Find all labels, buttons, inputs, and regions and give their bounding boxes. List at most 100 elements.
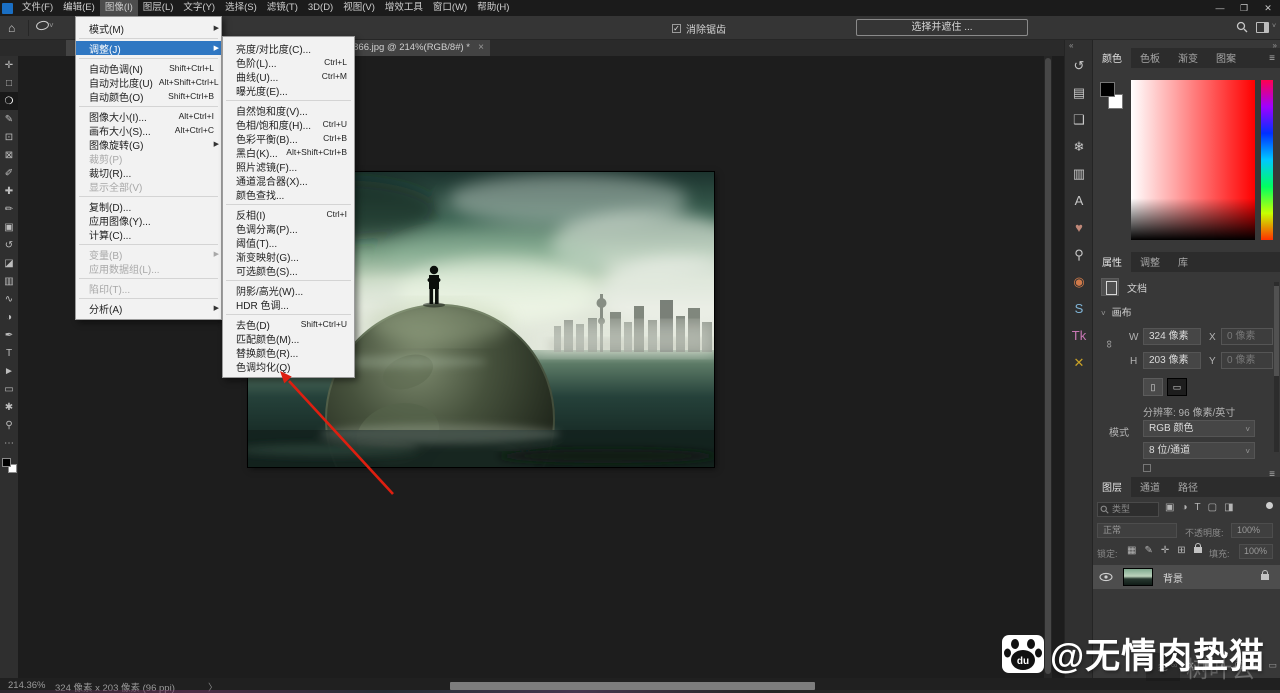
home-icon[interactable]: ⌂ [8,21,15,35]
vertical-scrollbar-thumb[interactable] [1045,58,1051,674]
adjust-submenu-item[interactable]: 阴影/高光(W)... [223,283,354,297]
expand-panels-icon[interactable]: « [1069,41,1073,50]
marquee-tool[interactable]: □ [0,74,18,92]
pen-tool[interactable]: ✒ [0,326,18,344]
image-menu-item[interactable]: 复制(D)... [76,199,221,213]
adjust-submenu-item[interactable]: 通道混合器(X)... [223,173,354,187]
restore-icon[interactable]: ❐ [1232,0,1256,16]
lock-pixels-icon[interactable]: ✎ [1144,545,1152,556]
image-menu-item[interactable]: 图像旋转(G)▶ [76,137,221,151]
s-plugin-icon[interactable]: S [1065,295,1093,322]
image-menu-item[interactable]: 自动色调(N)Shift+Ctrl+L [76,61,221,75]
menubar-item[interactable]: 帮助(H) [472,0,514,16]
adjust-submenu-item[interactable]: 阈值(T)... [223,235,354,249]
image-menu-item[interactable]: 图像大小(I)...Alt+Ctrl+I [76,109,221,123]
properties-scrollbar[interactable] [1274,282,1279,452]
panel-menu-icon[interactable]: ≡ [1269,53,1275,64]
eraser-tool[interactable]: ◪ [0,254,18,272]
layer-filter-search[interactable]: 类型 [1097,502,1159,517]
layers-panel-tab[interactable]: 通道 [1131,476,1169,497]
color-mode-select[interactable]: RGB 颜色 ˅ [1143,420,1255,437]
canvas-section-header[interactable]: ˅画布 [1101,304,1132,319]
image-menu-item[interactable]: 模式(M)▶ [76,21,221,35]
type-tool[interactable]: T [0,344,18,362]
properties-panel-tab[interactable]: 调整 [1131,251,1169,272]
image-menu-item[interactable]: 自动对比度(U)Alt+Shift+Ctrl+L [76,75,221,89]
filter-adjustment-layers-icon[interactable]: ◑ [1181,502,1187,513]
image-menu-item[interactable]: 分析(A)▶ [76,301,221,315]
hue-slider[interactable] [1261,80,1273,240]
menubar-item[interactable]: 文件(F) [17,0,58,16]
hand-tool[interactable]: ✱ [0,398,18,416]
frame-tool[interactable]: ⊠ [0,146,18,164]
width-field[interactable]: 324 像素 [1143,328,1201,345]
image-menu-item[interactable]: 调整(J)▶ [76,41,221,55]
adjust-submenu-item[interactable]: 色调均化(Q) [223,359,354,373]
healing-brush-tool[interactable]: ✚ [0,182,18,200]
menubar-item[interactable]: 图像(I) [100,0,138,16]
tk-plugin-icon[interactable]: Tk [1065,322,1093,349]
shape-tool[interactable]: ▭ [0,380,18,398]
adjust-submenu-item[interactable]: 反相(I)Ctrl+I [223,207,354,221]
dodge-tool[interactable]: ◑ [0,308,18,326]
tab-close-icon[interactable]: × [478,40,484,56]
layer-name[interactable]: 背景 [1163,570,1183,585]
minimize-icon[interactable]: — [1208,0,1232,16]
color-swatches[interactable] [2,458,18,476]
smudge-tool[interactable]: ∿ [0,290,18,308]
current-tool-badge[interactable]: ˅ [36,21,58,35]
filter-type-layers-icon[interactable]: T [1195,502,1201,513]
height-field[interactable]: 203 像素 [1143,352,1201,369]
eyedropper-tool[interactable]: ✐ [0,164,18,182]
image-menu-item[interactable]: 自动颜色(O)Shift+Ctrl+B [76,89,221,103]
workspace-switcher-icon[interactable] [1256,22,1269,33]
adjust-submenu-item[interactable]: 去色(D)Shift+Ctrl+U [223,317,354,331]
history-panel-icon[interactable]: ↺ [1065,52,1093,79]
adjust-submenu-item[interactable]: 黑白(K)...Alt+Shift+Ctrl+B [223,145,354,159]
color-panel-tab[interactable]: 色板 [1131,47,1169,68]
adjust-submenu-item[interactable]: 自然饱和度(V)... [223,103,354,117]
select-and-mask-button[interactable]: 选择并遮住 ... [856,19,1028,36]
color-panel-tab[interactable]: 渐变 [1169,47,1207,68]
layer-row-background[interactable]: 背景 [1093,565,1280,589]
horizontal-scrollbar-thumb[interactable] [450,682,815,690]
image-menu-item[interactable]: 裁切(R)... [76,165,221,179]
visibility-eye-icon[interactable] [1099,572,1113,582]
lock-artboard-icon[interactable]: ⊞ [1177,545,1185,556]
crop-tool[interactable]: ⊡ [0,128,18,146]
heart-plugin-icon[interactable]: ♥ [1065,214,1093,241]
properties-panel-tab[interactable]: 库 [1169,251,1197,272]
filters-panel-icon[interactable]: ❄ [1065,133,1093,160]
quick-selection-tool[interactable]: ✎ [0,110,18,128]
menubar-item[interactable]: 3D(D) [303,0,338,16]
adjust-submenu-item[interactable]: 曲线(U)...Ctrl+M [223,69,354,83]
x-field[interactable]: 0 像素 [1221,328,1273,345]
vertical-scrollbar[interactable] [1044,56,1052,678]
adjust-submenu-item[interactable]: 替换颜色(R)... [223,345,354,359]
color-panel-tab[interactable]: 颜色 [1093,47,1131,68]
color-panel-tab[interactable]: 图案 [1207,47,1245,68]
image-menu-item[interactable]: 应用图像(Y)... [76,213,221,227]
adjust-submenu-item[interactable]: 颜色查找... [223,187,354,201]
zoom-tool[interactable]: ⚲ [0,416,18,434]
brushes-x-plugin-icon[interactable]: ✕ [1065,349,1093,376]
lasso-tool[interactable]: ❍ [0,92,18,110]
clone-stamp-tool[interactable]: ▣ [0,218,18,236]
anti-alias-checkbox[interactable]: ✓ [672,24,681,33]
filter-smart-objects-icon[interactable]: ◨ [1224,502,1233,513]
path-selection-tool[interactable]: ► [0,362,18,380]
portrait-orientation-button[interactable]: ▯ [1143,378,1163,396]
adjust-submenu-item[interactable]: 色彩平衡(B)...Ctrl+B [223,131,354,145]
adjust-submenu-item[interactable]: 曝光度(E)... [223,83,354,97]
lock-all-icon[interactable] [1194,545,1202,556]
toolbar-ellipsis[interactable]: ⋯ [0,434,18,452]
image-menu-item[interactable]: 画布大小(S)...Alt+Ctrl+C [76,123,221,137]
layer-thumbnail[interactable] [1123,568,1153,586]
saturation-brightness-field[interactable] [1131,80,1255,240]
gradient-tool[interactable]: ▥ [0,272,18,290]
foreground-color-swatch[interactable] [1100,82,1115,97]
move-tool[interactable]: ✛ [0,56,18,74]
search-icon[interactable] [1236,21,1248,36]
menubar-item[interactable]: 视图(V) [338,0,380,16]
menubar-item[interactable]: 滤镜(T) [262,0,303,16]
